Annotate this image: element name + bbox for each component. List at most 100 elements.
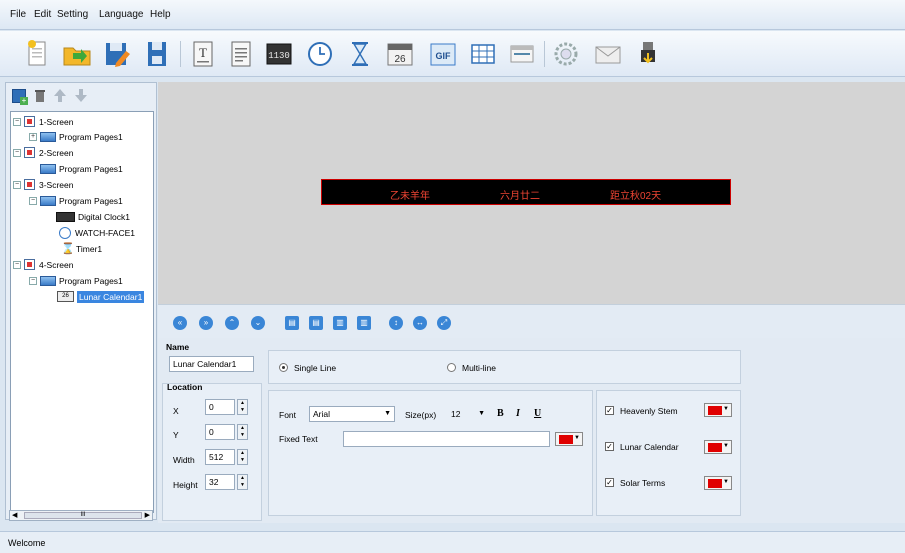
font-select[interactable]: Arial ▼ (309, 406, 395, 422)
width-icon[interactable]: ↔ (413, 316, 427, 330)
tree-node-screen-3[interactable]: −3-Screen (13, 177, 74, 192)
y-input[interactable]: 0 (205, 424, 235, 440)
y-stepper[interactable]: ▲ ▼ (237, 424, 248, 440)
solar-terms-checkbox[interactable]: ✓ (605, 478, 614, 487)
chevron-down-icon: ▼ (478, 410, 485, 417)
table-icon[interactable] (468, 39, 498, 69)
led-solar-term: 距立秋02天 (610, 191, 662, 202)
tree-node-program-pages[interactable]: − Program Pages1 (29, 193, 123, 208)
new-file-icon[interactable] (22, 39, 52, 69)
tree-node-screen-1[interactable]: −1-Screen (13, 114, 74, 129)
arrow-down-icon[interactable] (74, 88, 88, 103)
document-icon[interactable] (226, 39, 256, 69)
tree-node-program-pages[interactable]: + Program Pages1 (29, 129, 123, 144)
tree-label: Timer1 (76, 243, 103, 254)
heavenly-stem-color-button[interactable]: ▼ (704, 403, 732, 417)
digital-clock-icon[interactable]: 1130 (264, 39, 294, 69)
tree-node-screen-4[interactable]: −4-Screen (13, 257, 74, 272)
scroll-right-icon[interactable]: ▶ (145, 511, 150, 519)
name-input[interactable]: Lunar Calendar1 (169, 356, 254, 372)
size-label: Size(px) (405, 410, 437, 420)
width-input[interactable]: 512 (205, 449, 235, 465)
fixed-text-input[interactable] (343, 431, 550, 447)
italic-button[interactable]: I (516, 408, 520, 419)
height-input[interactable]: 32 (205, 474, 235, 490)
text-icon[interactable]: T (188, 39, 218, 69)
status-bar: Welcome (0, 531, 905, 553)
name-label: Name (166, 342, 190, 352)
menu-help[interactable]: Help (150, 9, 171, 20)
trash-icon[interactable] (34, 88, 46, 103)
gif-icon[interactable]: GIF (428, 39, 458, 69)
width-stepper[interactable]: ▲ ▼ (237, 449, 248, 465)
send-mail-icon[interactable] (593, 39, 623, 69)
size-select[interactable]: 12 ▼ (447, 406, 489, 422)
menu-edit[interactable]: Edit (34, 9, 51, 20)
svg-text:T: T (199, 45, 207, 60)
menu-setting[interactable]: Setting (57, 9, 88, 20)
edit-icon[interactable] (102, 39, 132, 69)
bold-button[interactable]: B (497, 408, 504, 419)
scroll-thumb[interactable]: III (24, 512, 142, 519)
gif-text: GIF (436, 51, 452, 61)
tree-label: 3-Screen (39, 179, 74, 190)
digital-clock-text: 1130 (268, 51, 290, 61)
tree-label: Digital Clock1 (78, 211, 130, 222)
save-icon[interactable] (142, 39, 172, 69)
align-top-icon[interactable]: ▥ (333, 316, 347, 330)
screen-icon (24, 116, 35, 127)
solar-terms-color-button[interactable]: ▼ (704, 476, 732, 490)
screen-icon (24, 259, 35, 270)
align-left-icon[interactable]: ▤ (285, 316, 299, 330)
width-label: Width (173, 455, 195, 465)
led-preview[interactable]: 乙未羊年 六月廿二 距立秋02天 (321, 179, 731, 205)
top-icon[interactable]: ⌃ (225, 316, 239, 330)
align-bottom-icon[interactable]: ▥ (357, 316, 371, 330)
height-stepper[interactable]: ▲ ▼ (237, 474, 248, 490)
settings-gear-icon[interactable] (551, 39, 581, 69)
fullscreen-icon[interactable]: ⤢ (437, 316, 451, 330)
fixed-text-color-button[interactable]: ▼ (555, 432, 583, 446)
x-stepper[interactable]: ▲ ▼ (237, 399, 248, 415)
usb-export-icon[interactable] (633, 39, 663, 69)
y-label: Y (173, 430, 179, 440)
heavenly-stem-checkbox[interactable]: ✓ (605, 406, 614, 415)
tree-node-digital-clock[interactable]: Digital Clock1 (56, 209, 130, 224)
x-input[interactable]: 0 (205, 399, 235, 415)
menu-language[interactable]: Language (99, 9, 144, 20)
window-icon[interactable] (507, 39, 537, 69)
timer-icon[interactable] (345, 39, 375, 69)
led-lunar-date: 六月廿二 (500, 191, 540, 202)
lunar-calendar-label: Lunar Calendar (620, 442, 679, 452)
analog-clock-icon[interactable] (305, 39, 335, 69)
tree-node-program-pages[interactable]: − Program Pages1 (29, 273, 123, 288)
single-line-radio[interactable] (279, 363, 288, 372)
multi-line-radio[interactable] (447, 363, 456, 372)
open-folder-icon[interactable] (62, 39, 92, 69)
tree-node-lunar-calendar[interactable]: 26 Lunar Calendar1 (57, 289, 145, 304)
tree-node-screen-2[interactable]: −2-Screen (13, 145, 74, 160)
tree-node-program-pages[interactable]: Program Pages1 (40, 161, 123, 176)
add-icon[interactable]: + (12, 89, 28, 105)
lunar-calendar-checkbox[interactable]: ✓ (605, 442, 614, 451)
tree-node-timer[interactable]: ⌛ Timer1 (61, 241, 102, 256)
solar-terms-label: Solar Terms (620, 478, 666, 488)
menu-file[interactable]: File (10, 9, 26, 20)
tree-horizontal-scrollbar[interactable]: ◀ III ▶ (9, 510, 153, 521)
bottom-icon[interactable]: ⌄ (251, 316, 265, 330)
tree-label-selected: Lunar Calendar1 (77, 290, 145, 303)
height-icon[interactable]: ↕ (389, 316, 403, 330)
first-icon[interactable]: « (173, 316, 187, 330)
arrow-up-icon[interactable] (53, 88, 67, 103)
tree-node-watch-face[interactable]: WATCH-FACE1 (59, 225, 135, 240)
properties-panel: Name Lunar Calendar1 Location X 0 ▲ ▼ Y 0… (158, 338, 905, 523)
calendar-icon: 26 (57, 291, 74, 302)
lunar-calendar-color-button[interactable]: ▼ (704, 440, 732, 454)
menu-bar: File Edit Setting Language Help (0, 0, 905, 30)
align-right-icon[interactable]: ▤ (309, 316, 323, 330)
last-icon[interactable]: » (199, 316, 213, 330)
scroll-left-icon[interactable]: ◀ (12, 511, 17, 519)
timer-icon: ⌛ (61, 242, 75, 255)
calendar-icon[interactable]: 26 (385, 39, 415, 69)
underline-button[interactable]: U (534, 408, 541, 419)
